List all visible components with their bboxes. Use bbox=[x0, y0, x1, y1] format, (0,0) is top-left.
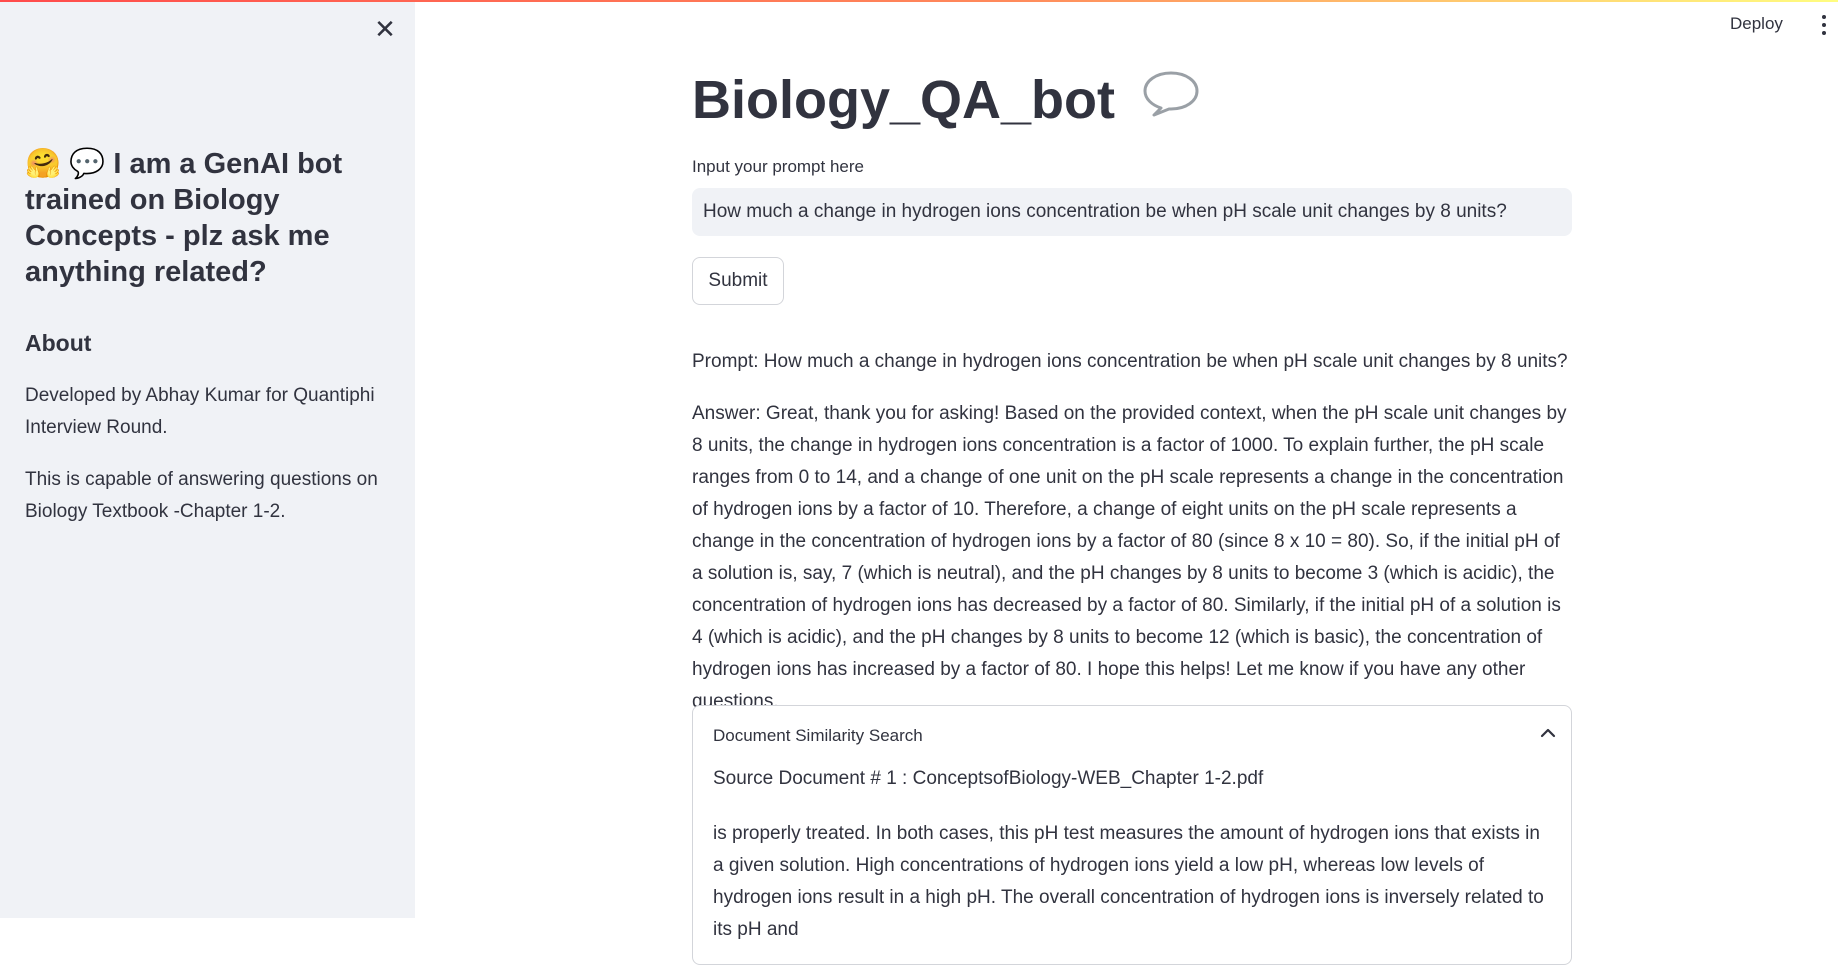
about-paragraph-2: This is capable of answering questions o… bbox=[25, 469, 378, 522]
deploy-button[interactable]: Deploy bbox=[1730, 14, 1783, 34]
speech-bubble-icon bbox=[1142, 65, 1200, 133]
speech-bubble-icon: 💬 bbox=[69, 148, 106, 180]
source-document-title: Source Document # 1 : ConceptsofBiology-… bbox=[713, 768, 1264, 789]
close-icon[interactable]: ✕ bbox=[372, 16, 398, 42]
prompt-input-label: Input your prompt here bbox=[692, 157, 864, 176]
chevron-up-icon[interactable] bbox=[1539, 724, 1557, 742]
answer-text: Answer: Great, thank you for asking! Bas… bbox=[692, 403, 1567, 712]
kebab-menu-icon[interactable] bbox=[1820, 15, 1828, 39]
source-document-text: is properly treated. In both cases, this… bbox=[713, 823, 1544, 940]
about-paragraph-1: Developed by Abhay Kumar for Quantiphi I… bbox=[25, 385, 375, 438]
prompt-input[interactable] bbox=[692, 188, 1572, 236]
document-similarity-expander: Document Similarity Search Source Docume… bbox=[692, 705, 1572, 965]
prompt-echo: Prompt: How much a change in hydrogen io… bbox=[692, 351, 1568, 372]
sidebar-title: 🤗 💬 I am a GenAI bot trained on Biology … bbox=[25, 146, 385, 290]
hugging-face-icon: 🤗 bbox=[25, 148, 62, 180]
top-decoration-bar bbox=[0, 0, 1838, 2]
page-title-text: Biology_QA_bot bbox=[692, 70, 1116, 130]
page-title: Biology_QA_bot bbox=[692, 66, 1200, 134]
submit-button[interactable]: Submit bbox=[692, 257, 784, 305]
sidebar: ✕ 🤗 💬 I am a GenAI bot trained on Biolog… bbox=[0, 0, 415, 918]
about-heading: About bbox=[25, 330, 92, 356]
expander-header[interactable]: Document Similarity Search bbox=[713, 726, 923, 746]
